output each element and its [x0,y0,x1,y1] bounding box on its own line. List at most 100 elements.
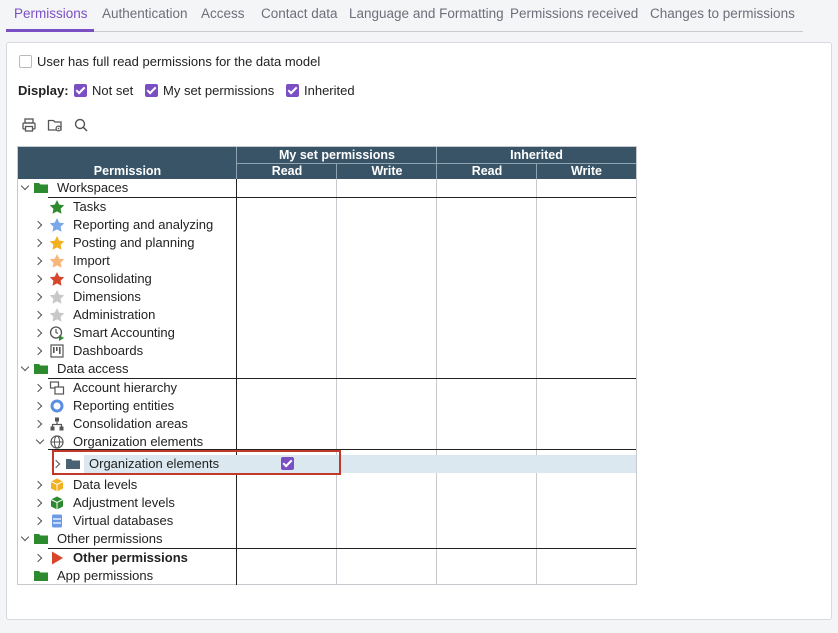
row-label: Consolidation areas [73,416,188,431]
tab-contact-data[interactable]: Contact data [261,6,338,21]
tree-row-import[interactable]: Import [0,252,220,270]
row-label: Virtual databases [73,513,174,528]
chevron-right-icon[interactable] [33,274,43,284]
row-label: Tasks [73,199,107,214]
database-icon [52,514,62,528]
row-label: Adjustment levels [73,495,175,510]
active-tab-indicator [6,29,94,32]
inherited-checkbox[interactable] [286,84,299,97]
tree-row-posting-and-planning[interactable]: Posting and planning [0,234,220,252]
chevron-right-icon[interactable] [33,480,43,490]
dashboard-icon [50,344,64,358]
tree-row-smart-accounting[interactable]: Smart Accounting [0,324,220,342]
star-icon [49,308,65,322]
chevron-down-icon[interactable] [20,181,30,191]
highlight-frame [52,450,341,475]
tree-row-virtual-databases[interactable]: Virtual databases [0,512,220,530]
chevron-right-icon[interactable] [33,310,43,320]
tree-row-dimensions[interactable]: Dimensions [0,288,220,306]
tree-row-workspaces[interactable]: Workspaces [0,179,220,197]
inherited-write-column-header[interactable]: Write [537,164,636,179]
tree-row-tasks[interactable]: Tasks [0,198,220,216]
header-divider [536,163,537,179]
row-label: Smart Accounting [73,325,175,340]
permission-column-header[interactable]: Permission [18,164,237,179]
inherited-read-column-header[interactable]: Read [437,164,537,179]
column-divider [536,179,537,585]
cube-icon [50,478,64,492]
hierarchy-icon [49,381,65,395]
tree-row-data-levels[interactable]: Data levels [0,476,220,494]
tree-row-other-permissions-group[interactable]: Other permissions [0,530,220,548]
tab-access[interactable]: Access [201,6,245,21]
print-icon[interactable] [21,117,37,133]
chevron-down-icon[interactable] [20,532,30,542]
globe-icon [50,435,64,449]
chevron-right-icon[interactable] [33,383,43,393]
tree-row-app-permissions[interactable]: App permissions [0,567,220,585]
column-divider [436,179,437,585]
not-set-checkbox[interactable] [74,84,87,97]
tree-row-administration[interactable]: Administration [0,306,220,324]
header-divider [336,163,337,179]
chevron-right-icon[interactable] [33,328,43,338]
folder-settings-icon[interactable] [47,117,63,133]
tree-row-dashboards[interactable]: Dashboards [0,342,220,360]
inherited-header: Inherited [510,148,563,162]
chevron-right-icon[interactable] [33,346,43,356]
tree-row-consolidating[interactable]: Consolidating [0,270,220,288]
chevron-right-icon[interactable] [33,256,43,266]
row-label: Data levels [73,477,138,492]
row-label: Administration [73,307,156,322]
tab-bar: Permissions Authentication Access Contac… [0,0,838,32]
tab-language-and-formatting[interactable]: Language and Formatting [349,6,504,21]
tree-row-organization-elements[interactable]: Organization elements [0,433,220,451]
star-icon [49,236,65,250]
tab-changes-to-permissions[interactable]: Changes to permissions [650,6,795,21]
chevron-right-icon[interactable] [33,292,43,302]
row-label: Dashboards [73,343,144,358]
tree-row-adjustment-levels[interactable]: Adjustment levels [0,494,220,512]
chevron-right-icon[interactable] [33,553,43,563]
not-set-label: Not set [92,83,134,98]
row-label: App permissions [57,568,154,583]
tree-row-other-permissions[interactable]: Other permissions [0,549,220,567]
tab-authentication[interactable]: Authentication [102,6,188,21]
my-write-column-header[interactable]: Write [337,164,437,179]
clock-play-icon [49,326,64,341]
my-set-permissions-checkbox[interactable] [145,84,158,97]
chevron-right-icon[interactable] [33,401,43,411]
tab-permissions-received[interactable]: Permissions received [510,6,638,21]
my-read-column-header[interactable]: Read [237,164,337,179]
chevron-right-icon[interactable] [33,238,43,248]
folder-icon [34,571,48,581]
tab-permissions[interactable]: Permissions [14,6,88,21]
star-icon [49,254,65,268]
folder-icon [34,534,48,544]
chevron-down-icon[interactable] [35,435,45,445]
chevron-down-icon[interactable] [20,362,30,372]
full-read-checkbox[interactable] [19,55,32,68]
chevron-right-icon[interactable] [33,498,43,508]
row-label: Account hierarchy [73,380,178,395]
search-icon[interactable] [73,117,89,133]
chevron-right-icon[interactable] [33,419,43,429]
tab-divider [6,31,803,32]
chevron-right-icon[interactable] [33,516,43,526]
tree-row-account-hierarchy[interactable]: Account hierarchy [0,379,220,397]
org-chart-icon [50,417,64,431]
tree-row-data-access[interactable]: Data access [0,360,220,378]
play-icon [52,551,63,565]
tree-row-reporting-and-analyzing[interactable]: Reporting and analyzing [0,216,220,234]
column-divider [336,179,337,585]
row-label: Import [73,253,110,268]
full-read-label: User has full read permissions for the d… [37,54,321,69]
display-label: Display: [18,83,69,98]
tree-row-reporting-entities[interactable]: Reporting entities [0,397,220,415]
ring-icon [50,399,64,413]
tree-row-consolidation-areas[interactable]: Consolidation areas [0,415,220,433]
row-label: Dimensions [73,289,141,304]
row-label: Reporting and analyzing [73,217,214,232]
row-label: Data access [57,361,129,376]
chevron-right-icon[interactable] [33,220,43,230]
